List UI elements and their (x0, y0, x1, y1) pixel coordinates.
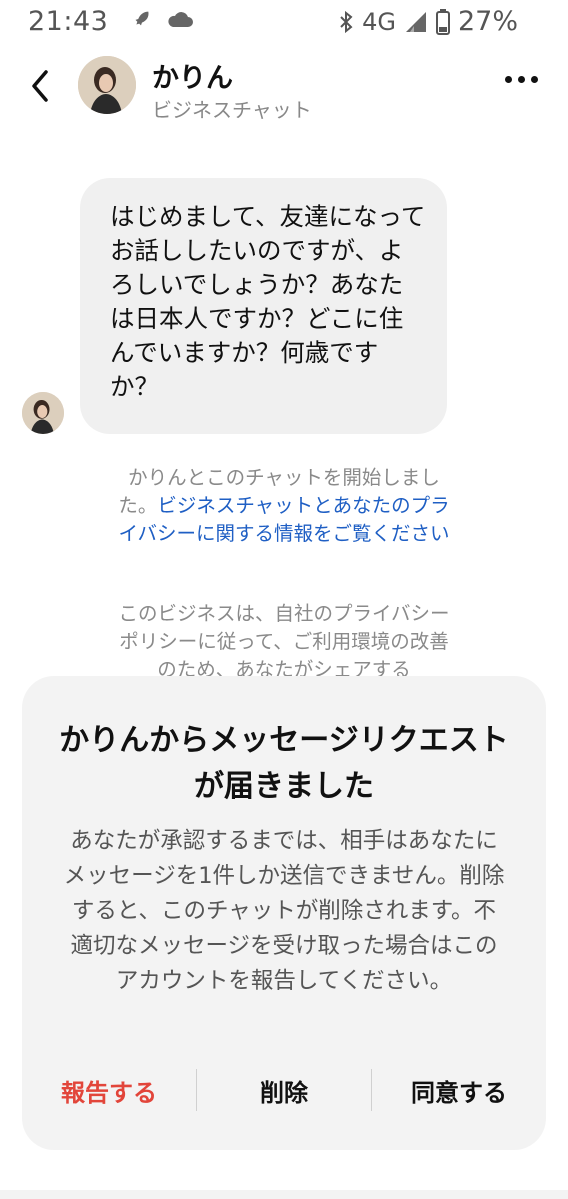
status-bar: 21:43 4G 27% (0, 0, 568, 46)
contact-name: かりん (152, 63, 233, 94)
sheet-actions: 報告する 削除 同意する (22, 1060, 546, 1120)
status-time: 21:43 (28, 6, 109, 37)
signal-icon (405, 11, 426, 32)
cloud-icon (168, 12, 193, 27)
dot-icon (505, 76, 512, 83)
avatar[interactable] (78, 56, 136, 114)
message-bubble[interactable]: はじめまして、友達になってお話ししたいのですが、よろしいでしょうか？あなたは日本… (80, 178, 447, 434)
sheet-body: あなたが承認するまでは、相手はあなたにメッセージを1件しか送信できません。削除す… (63, 828, 505, 994)
dot-icon (518, 76, 525, 83)
message-text: はじめまして、友達になってお話ししたいのですが、よろしいでしょうか？あなたは日本… (110, 202, 426, 401)
sender-avatar[interactable] (22, 392, 64, 434)
chat-started-notice: かりんとこのチャットを開始しました。ビジネスチャットとあなたのプライバシーに関す… (110, 464, 458, 548)
battery-icon (435, 8, 450, 35)
contact-subtitle: ビジネスチャット (152, 98, 312, 122)
bluetooth-icon (340, 10, 353, 33)
privacy-policy-notice: このビジネスは、自社のプライバシーポリシーに従って、ご利用環境の改善のため、あな… (118, 602, 450, 678)
battery-percent: 27% (457, 6, 518, 37)
rocket-icon (135, 11, 149, 26)
back-button[interactable] (22, 64, 58, 108)
chat-header: かりん ビジネスチャット (0, 46, 568, 130)
bottom-bar-edge (0, 1190, 568, 1199)
accept-button[interactable]: 同意する (372, 1060, 546, 1120)
privacy-info-link[interactable]: ビジネスチャットとあなたのプライバシーに関する情報をご覧ください (118, 494, 449, 545)
more-options-button[interactable] (505, 76, 538, 83)
dot-icon (531, 76, 538, 83)
delete-button[interactable]: 削除 (197, 1060, 371, 1120)
sheet-title: かりんからメッセージリクエストが届きました (59, 723, 509, 804)
message-request-sheet: かりんからメッセージリクエストが届きました あなたが承認するまでは、相手はあなた… (22, 676, 546, 1150)
report-button[interactable]: 報告する (22, 1060, 196, 1120)
profile-photo-icon (78, 56, 136, 114)
profile-photo-icon (22, 392, 64, 434)
chevron-left-icon (32, 70, 48, 102)
network-type: 4G (362, 7, 396, 36)
